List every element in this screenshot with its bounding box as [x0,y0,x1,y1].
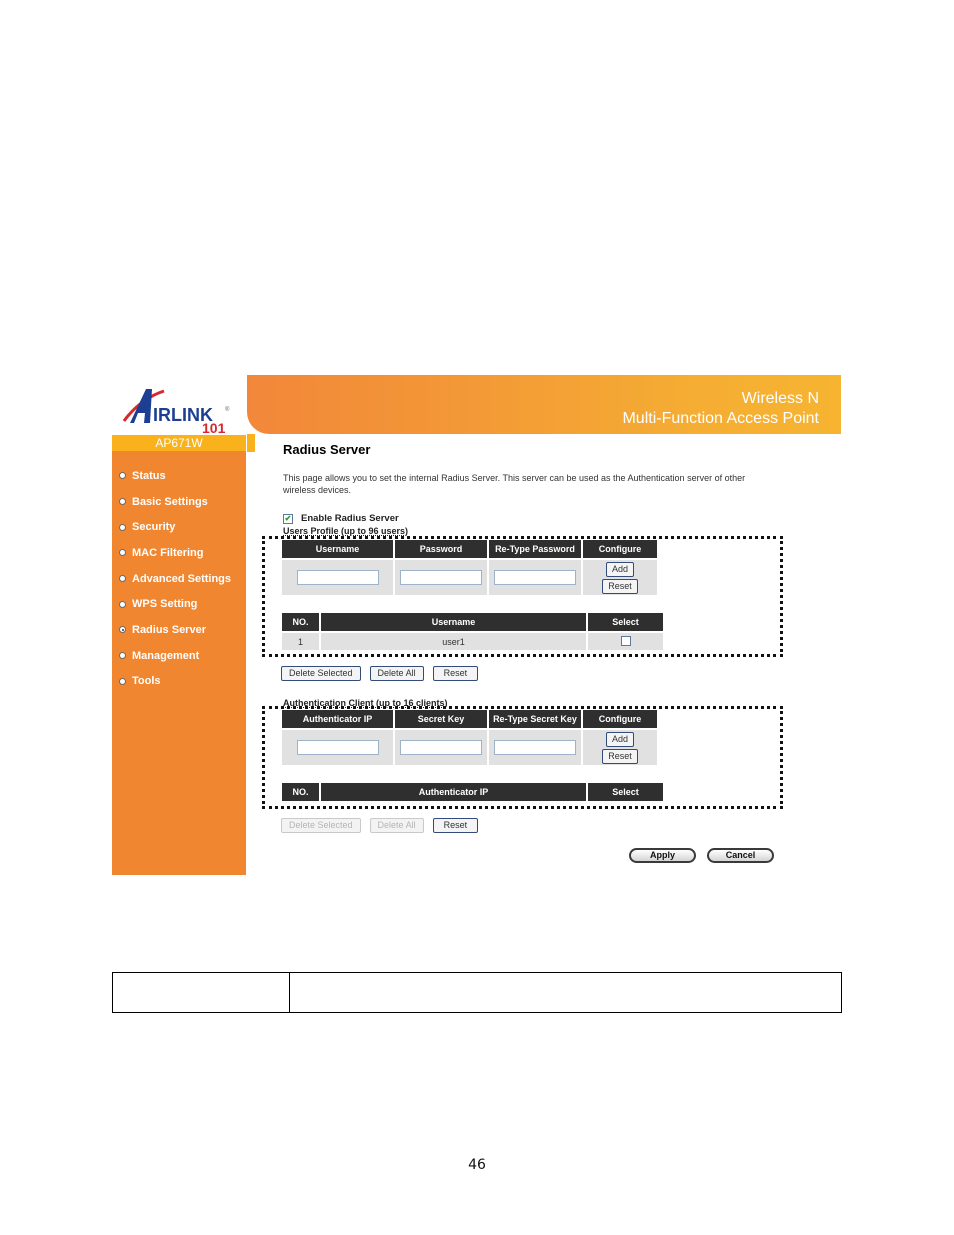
header-title-line2: Multi-Function Access Point [622,410,819,427]
main-content: Radius Server This page allows you to se… [283,442,833,536]
col-username: Username [282,540,393,558]
add-user-button[interactable]: Add [605,561,634,577]
sidebar-item-status[interactable]: Status [112,463,246,489]
col-authenticator-ip: Authenticator IP [282,710,393,728]
svg-text:®: ® [225,406,230,413]
radio-bullet-icon [119,549,126,557]
radio-bullet-icon [119,472,126,480]
apply-button[interactable]: Apply [629,848,696,863]
radio-bullet-icon [119,652,126,660]
password-input[interactable] [400,570,482,585]
enable-radius-label: Enable Radius Server [301,513,399,524]
airlink-logo: IRLINK ® 101 [112,375,246,435]
page-title: Radius Server [283,442,371,457]
add-client-button[interactable]: Add [605,731,634,747]
col-client-configure: Configure [583,710,657,728]
sidebar-item-tools[interactable]: Tools [112,669,246,695]
header-banner: Wireless N Multi-Function Access Point [247,375,841,434]
col-retype-password: Re-Type Password [489,540,581,558]
radio-bullet-icon [119,677,126,685]
authenticator-ip-input[interactable] [296,740,379,755]
doc-table-cell-1 [113,973,290,1012]
reset-users-button[interactable]: Reset [432,666,479,681]
enable-radius-checkbox[interactable]: ✔ [283,513,293,524]
sidebar-item-radius-server[interactable]: Radius Server [112,617,246,643]
secret-key-input[interactable] [400,740,482,755]
client-form-table: Authenticator IP Secret Key Re-Type Secr… [280,708,659,767]
header-accent-strip [247,434,255,452]
enable-radius-row: ✔ Enable Radius Server [283,513,833,524]
retype-secret-key-input[interactable] [494,740,576,755]
reset-clients-button[interactable]: Reset [432,818,479,833]
table-row: 1 user1 [282,633,663,650]
sidebar-item-advanced-settings[interactable]: Advanced Settings [112,566,246,592]
radio-bullet-icon [119,523,126,531]
user-actions: Delete Selected Delete All Reset [281,666,479,681]
reset-user-form-button[interactable]: Reset [602,578,638,594]
document-table [112,972,842,1013]
model-label: AP671W [112,435,246,451]
delete-selected-clients-button[interactable]: Delete Selected [281,818,361,833]
col-client-ip: Authenticator IP [321,783,586,801]
col-password: Password [395,540,487,558]
client-actions: Delete Selected Delete All Reset [281,818,479,833]
row-no: 1 [282,633,319,650]
sidebar-item-security[interactable]: Security [112,514,246,540]
user-list-table: NO. Username Select 1 user1 [280,611,665,652]
radio-bullet-icon [119,498,126,506]
radio-bullet-icon [119,600,126,608]
retype-password-input[interactable] [494,570,576,585]
radio-bullet-icon [119,575,126,583]
row-select-checkbox[interactable] [620,635,631,646]
user-form-table: Username Password Re-Type Password Confi… [280,538,659,597]
sidebar-item-basic-settings[interactable]: Basic Settings [112,489,246,515]
col-client-no: NO. [282,783,319,801]
router-admin-screenshot: IRLINK ® 101 AP671W Wireless N Multi-Fun… [112,375,841,875]
col-configure: Configure [583,540,657,558]
doc-table-cell-2 [290,973,841,1012]
col-select: Select [588,613,663,631]
col-secret-key: Secret Key [395,710,487,728]
cancel-button[interactable]: Cancel [707,848,774,863]
username-input[interactable] [296,570,379,585]
svg-text:101: 101 [202,420,226,433]
client-list-table: NO. Authenticator IP Select [280,781,665,803]
form-actions: Apply Cancel [629,848,774,863]
page-number: 46 [468,1157,486,1173]
delete-all-clients-button[interactable]: Delete All [369,818,424,833]
row-username: user1 [321,633,586,650]
radio-bullet-selected-icon [119,626,126,634]
col-no: NO. [282,613,319,631]
header-title-line1: Wireless N [741,390,819,407]
delete-selected-users-button[interactable]: Delete Selected [281,666,361,681]
delete-all-users-button[interactable]: Delete All [369,666,424,681]
sidebar-item-mac-filtering[interactable]: MAC Filtering [112,540,246,566]
col-retype-secret-key: Re-Type Secret Key [489,710,581,728]
users-profile-label: Users Profile (up to 96 users) [283,526,409,536]
col-client-select: Select [588,783,663,801]
page-description: This page allows you to set the internal… [283,473,746,495]
sidebar-item-wps-setting[interactable]: WPS Setting [112,591,246,617]
reset-client-form-button[interactable]: Reset [602,748,638,764]
sidebar-nav: Status Basic Settings Security MAC Filte… [112,451,246,875]
sidebar-item-management[interactable]: Management [112,643,246,669]
col-list-username: Username [321,613,586,631]
